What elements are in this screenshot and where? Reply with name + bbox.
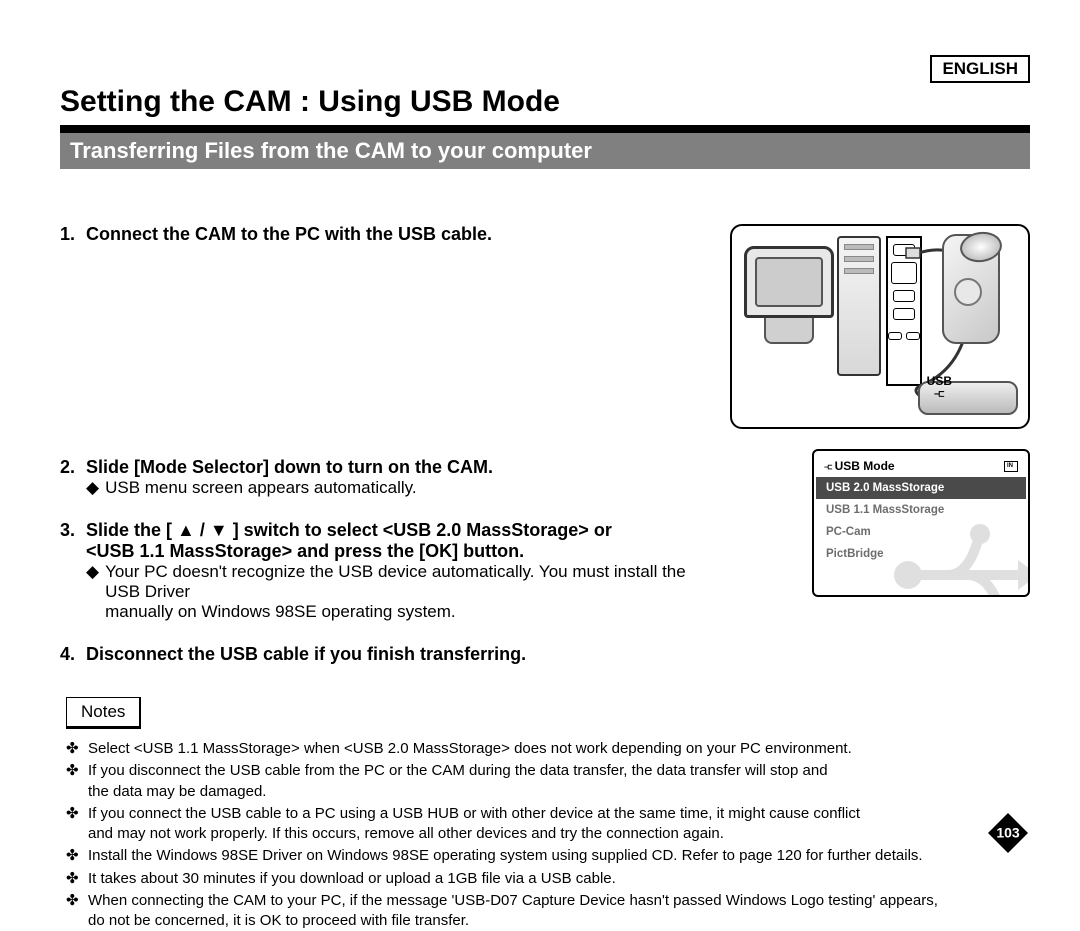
usb-watermark-icon bbox=[888, 490, 1030, 597]
manual-page: ENGLISH Setting the CAM : Using USB Mode… bbox=[0, 0, 1080, 880]
flower-bullet-icon: ✤ bbox=[66, 739, 88, 759]
note-text: Install the Windows 98SE Driver on Windo… bbox=[88, 846, 923, 866]
sub-line: Your PC doesn't recognize the USB device… bbox=[105, 562, 686, 601]
note-item: ✤Install the Windows 98SE Driver on Wind… bbox=[66, 846, 1030, 866]
figures-column: USB USB bbox=[730, 224, 1030, 687]
note-item: ✤If you connect the USB cable to a PC us… bbox=[66, 804, 1030, 845]
step-1: 1. Connect the CAM to the PC with the US… bbox=[60, 224, 710, 435]
note-line: If you connect the USB cable to a PC usi… bbox=[88, 805, 860, 822]
diamond-bullet-icon: ◆ bbox=[86, 562, 99, 622]
note-line: If you disconnect the USB cable from the… bbox=[88, 762, 828, 779]
step-sub-text: Your PC doesn't recognize the USB device… bbox=[105, 562, 710, 622]
note-item: ✤Select <USB 1.1 MassStorage> when <USB … bbox=[66, 739, 1030, 759]
step-list: 1. Connect the CAM to the PC with the US… bbox=[60, 224, 710, 665]
usb-small-icon bbox=[824, 459, 835, 473]
steps-column: 1. Connect the CAM to the PC with the US… bbox=[60, 224, 730, 687]
title-divider bbox=[60, 125, 1030, 133]
step-sub-text: USB menu screen appears automatically. bbox=[105, 478, 417, 498]
section-heading: Transferring Files from the CAM to your … bbox=[60, 133, 1030, 169]
language-badge: ENGLISH bbox=[930, 55, 1030, 83]
lcd-title: USB Mode bbox=[824, 459, 895, 473]
note-text: If you disconnect the USB cable from the… bbox=[88, 761, 828, 802]
step-2: 2. Slide [Mode Selector] down to turn on… bbox=[60, 457, 710, 498]
step-text: Slide the [ / ] switch to select <USB 2.… bbox=[86, 520, 612, 562]
flower-bullet-icon: ✤ bbox=[66, 804, 88, 845]
page-number: 103 bbox=[996, 825, 1019, 841]
step-sub: ◆ USB menu screen appears automatically. bbox=[86, 478, 710, 498]
note-text: When connecting the CAM to your PC, if t… bbox=[88, 891, 938, 931]
content-row: 1. Connect the CAM to the PC with the US… bbox=[60, 224, 1030, 687]
pc-tower-icon bbox=[837, 236, 881, 376]
step-number: 1. bbox=[60, 224, 86, 245]
step-text-fragment: Slide the [ bbox=[86, 520, 177, 540]
step-number: 4. bbox=[60, 644, 86, 665]
note-line: and may not work properly. If this occur… bbox=[88, 825, 724, 842]
step-3: 3. Slide the [ / ] switch to select <USB… bbox=[60, 520, 710, 622]
lcd-screen: USB Mode USB 2.0 MassStorage USB 1.1 Mas… bbox=[812, 449, 1030, 597]
note-text: If you connect the USB cable to a PC usi… bbox=[88, 804, 860, 845]
flower-bullet-icon: ✤ bbox=[66, 846, 88, 866]
up-arrow-icon bbox=[177, 520, 195, 540]
step-text: Slide [Mode Selector] down to turn on th… bbox=[86, 457, 493, 478]
step-4: 4. Disconnect the USB cable if you finis… bbox=[60, 644, 710, 665]
note-line: the data may be damaged. bbox=[88, 783, 266, 800]
note-line: do not be concerned, it is OK to proceed… bbox=[88, 912, 469, 929]
note-line: When connecting the CAM to your PC, if t… bbox=[88, 892, 938, 909]
connection-illustration: USB bbox=[730, 224, 1030, 429]
step-text: Disconnect the USB cable if you finish t… bbox=[86, 644, 526, 665]
lcd-title-text: USB Mode bbox=[835, 459, 895, 473]
usb-symbol-icon bbox=[927, 387, 952, 401]
step-number: 2. bbox=[60, 457, 86, 478]
step-text-fragment: ] switch to select <USB 2.0 MassStorage>… bbox=[228, 520, 612, 540]
flower-bullet-icon: ✤ bbox=[66, 869, 88, 889]
usb-label: USB bbox=[927, 375, 952, 401]
notes-heading: Notes bbox=[66, 697, 141, 729]
memory-card-icon bbox=[1004, 461, 1018, 472]
note-item: ✤It takes about 30 minutes if you downlo… bbox=[66, 869, 1030, 889]
step-text: Connect the CAM to the PC with the USB c… bbox=[86, 224, 492, 245]
note-text: Select <USB 1.1 MassStorage> when <USB 2… bbox=[88, 739, 852, 759]
step-text-fragment: / bbox=[195, 520, 210, 540]
note-text: It takes about 30 minutes if you downloa… bbox=[88, 869, 616, 889]
step-text-line2: <USB 1.1 MassStorage> and press the [OK]… bbox=[86, 541, 524, 561]
down-arrow-icon bbox=[210, 520, 228, 540]
note-item: ✤When connecting the CAM to your PC, if … bbox=[66, 891, 1030, 931]
page-number-badge: 103 bbox=[986, 811, 1030, 855]
diamond-bullet-icon: ◆ bbox=[86, 478, 99, 498]
notes-list: ✤Select <USB 1.1 MassStorage> when <USB … bbox=[66, 739, 1030, 931]
step-number: 3. bbox=[60, 520, 86, 562]
lcd-header: USB Mode bbox=[814, 459, 1028, 473]
camera-icon bbox=[936, 234, 1008, 354]
flower-bullet-icon: ✤ bbox=[66, 891, 88, 931]
monitor-icon bbox=[744, 246, 834, 344]
step-sub: ◆ Your PC doesn't recognize the USB devi… bbox=[86, 562, 710, 622]
note-item: ✤If you disconnect the USB cable from th… bbox=[66, 761, 1030, 802]
flower-bullet-icon: ✤ bbox=[66, 761, 88, 802]
page-title: Setting the CAM : Using USB Mode bbox=[60, 85, 1030, 119]
sub-line: manually on Windows 98SE operating syste… bbox=[105, 602, 456, 621]
